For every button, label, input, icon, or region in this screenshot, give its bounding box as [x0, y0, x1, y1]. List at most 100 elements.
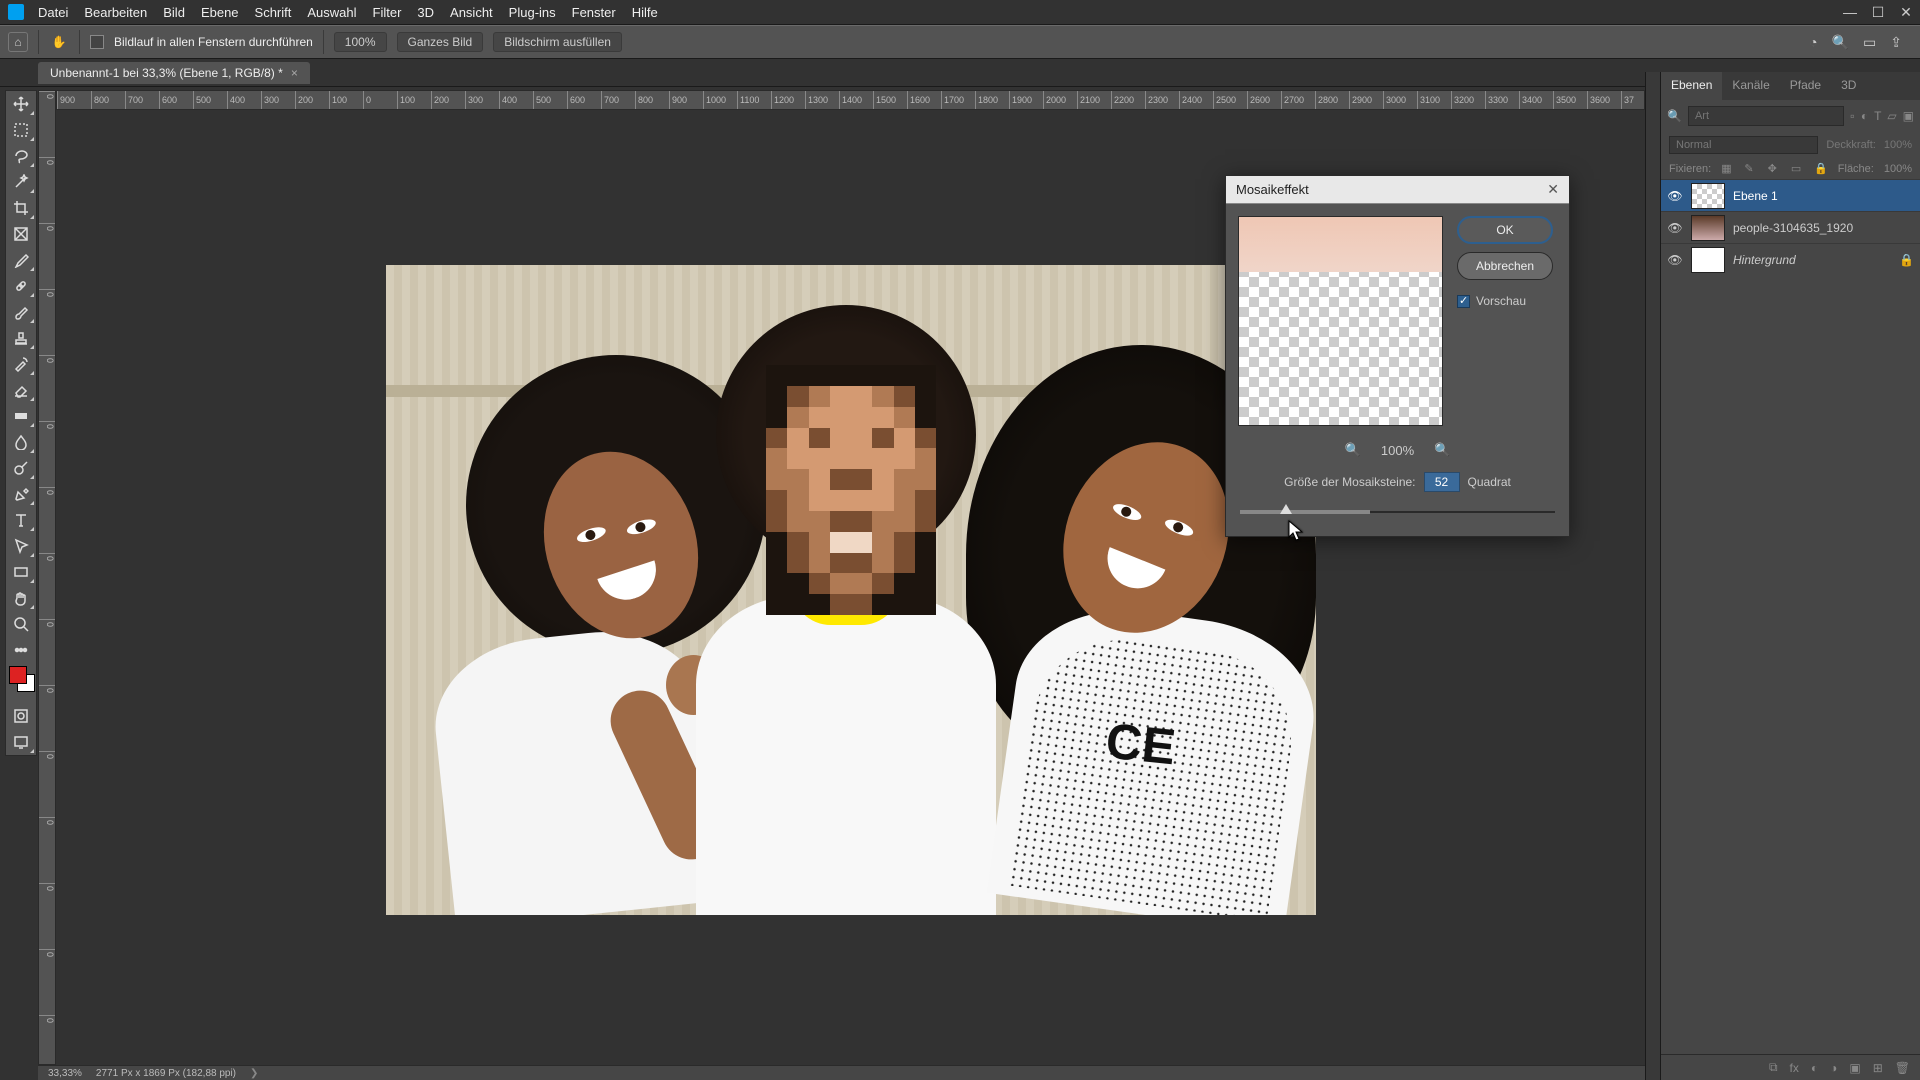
screenmode-toggle[interactable] [6, 729, 36, 755]
lock-position-icon[interactable]: ✥ [1768, 162, 1781, 175]
type-tool[interactable] [6, 507, 36, 533]
menu-auswahl[interactable]: Auswahl [307, 5, 356, 20]
quickmask-toggle[interactable] [6, 703, 36, 729]
horizontal-ruler[interactable]: 9008007006005004003002001000100200300400… [56, 90, 1645, 110]
marquee-tool[interactable] [6, 117, 36, 143]
share-icon[interactable]: ⇪ [1890, 34, 1902, 51]
preview-checkbox[interactable] [1457, 295, 1470, 308]
menu-ansicht[interactable]: Ansicht [450, 5, 493, 20]
menu-datei[interactable]: Datei [38, 5, 68, 20]
layer-name[interactable]: Ebene 1 [1733, 189, 1778, 203]
cell-size-input[interactable] [1424, 472, 1460, 492]
fill-value[interactable]: 100% [1884, 163, 1912, 175]
layer-name[interactable]: Hintergrund [1733, 253, 1796, 267]
fill-screen-button[interactable]: Bildschirm ausfüllen [493, 32, 622, 52]
filter-shape-icon[interactable]: ▱ [1887, 109, 1896, 123]
maximize-button[interactable]: ☐ [1864, 0, 1892, 25]
minimize-button[interactable]: — [1836, 0, 1864, 25]
eraser-tool[interactable] [6, 377, 36, 403]
close-button[interactable]: ✕ [1892, 0, 1920, 25]
menu-plugins[interactable]: Plug-ins [509, 5, 556, 20]
menu-3d[interactable]: 3D [417, 5, 434, 20]
zoom-tool[interactable] [6, 611, 36, 637]
menu-bild[interactable]: Bild [163, 5, 185, 20]
lock-all-icon[interactable]: 🔒 [1814, 162, 1828, 175]
collapsed-panel-strip[interactable] [1645, 72, 1660, 1080]
hand-tool[interactable] [6, 585, 36, 611]
scroll-all-checkbox[interactable] [90, 35, 104, 49]
tab-ebenen[interactable]: Ebenen [1661, 72, 1722, 100]
filter-adjust-icon[interactable]: ◐ [1861, 109, 1868, 123]
layer-name[interactable]: people-3104635_1920 [1733, 221, 1853, 235]
tab-kanaele[interactable]: Kanäle [1722, 72, 1779, 100]
cell-size-slider[interactable] [1240, 502, 1555, 522]
ok-button[interactable]: OK [1457, 216, 1553, 244]
dialog-preview[interactable] [1238, 216, 1443, 426]
lock-pixels-icon[interactable]: ▦ [1721, 162, 1734, 175]
fit-screen-button[interactable]: Ganzes Bild [397, 32, 484, 52]
crop-tool[interactable] [6, 195, 36, 221]
mask-icon[interactable]: ◐ [1811, 1061, 1818, 1075]
link-layers-icon[interactable]: ⧉ [1769, 1060, 1778, 1075]
layer-row[interactable]: 👁 Hintergrund 🔒 [1661, 243, 1920, 275]
brush-tool[interactable] [6, 299, 36, 325]
zoom-100-button[interactable]: 100% [334, 32, 387, 52]
close-tab-icon[interactable]: × [291, 66, 298, 80]
blur-tool[interactable] [6, 429, 36, 455]
layer-thumbnail[interactable] [1691, 183, 1725, 209]
menu-filter[interactable]: Filter [373, 5, 402, 20]
menu-schrift[interactable]: Schrift [255, 5, 292, 20]
magic-wand-tool[interactable] [6, 169, 36, 195]
filter-type-icon[interactable]: T [1874, 109, 1881, 123]
menu-fenster[interactable]: Fenster [572, 5, 616, 20]
layer-thumbnail[interactable] [1691, 215, 1725, 241]
eyedropper-tool[interactable] [6, 247, 36, 273]
dialog-close-icon[interactable]: ✕ [1547, 181, 1559, 198]
heal-tool[interactable] [6, 273, 36, 299]
status-info[interactable]: 2771 Px x 1869 Px (182,88 ppi) [96, 1068, 236, 1079]
filter-smart-icon[interactable]: ▣ [1903, 109, 1914, 123]
color-swatches[interactable] [6, 663, 36, 703]
rectangle-tool[interactable] [6, 559, 36, 585]
pen-tool[interactable] [6, 481, 36, 507]
dodge-tool[interactable] [6, 455, 36, 481]
fx-icon[interactable]: fx [1790, 1061, 1799, 1075]
frame-tool[interactable] [6, 221, 36, 247]
blend-mode-select[interactable]: Normal [1669, 136, 1818, 154]
layer-row[interactable]: 👁 Ebene 1 [1661, 179, 1920, 211]
visibility-icon[interactable]: 👁 [1667, 189, 1683, 203]
document-tab[interactable]: Unbenannt-1 bei 33,3% (Ebene 1, RGB/8) *… [38, 62, 310, 84]
visibility-icon[interactable]: 👁 [1667, 253, 1683, 267]
menu-hilfe[interactable]: Hilfe [632, 5, 658, 20]
filter-image-icon[interactable]: ▫ [1850, 109, 1855, 123]
lasso-tool[interactable] [6, 143, 36, 169]
status-more-icon[interactable]: ❯ [250, 1068, 258, 1079]
menu-ebene[interactable]: Ebene [201, 5, 239, 20]
history-brush-tool[interactable] [6, 351, 36, 377]
tab-3d[interactable]: 3D [1831, 72, 1866, 100]
delete-layer-icon[interactable]: 🗑 [1895, 1061, 1910, 1075]
cancel-button[interactable]: Abbrechen [1457, 252, 1553, 280]
stamp-tool[interactable] [6, 325, 36, 351]
tab-pfade[interactable]: Pfade [1780, 72, 1831, 100]
workspace-icon[interactable]: ▭ [1863, 34, 1876, 51]
zoom-in-icon[interactable]: 🔍 [1434, 442, 1450, 458]
foreground-color[interactable] [9, 666, 27, 684]
visibility-icon[interactable]: 👁 [1667, 221, 1683, 235]
adjustment-icon[interactable]: ◑ [1830, 1061, 1837, 1075]
new-layer-icon[interactable]: ⊞ [1873, 1061, 1883, 1075]
gradient-tool[interactable] [6, 403, 36, 429]
home-button[interactable]: ⌂ [8, 32, 28, 52]
path-select-tool[interactable] [6, 533, 36, 559]
lock-artboard-icon[interactable]: ▭ [1791, 162, 1804, 175]
lock-brush-icon[interactable]: ✎ [1744, 162, 1757, 175]
layer-filter-input[interactable] [1688, 106, 1844, 126]
opacity-value[interactable]: 100% [1884, 139, 1912, 151]
move-tool[interactable] [6, 91, 36, 117]
vertical-ruler[interactable]: 000000000000000 [38, 90, 56, 1065]
menu-bearbeiten[interactable]: Bearbeiten [84, 5, 147, 20]
edit-toolbar[interactable] [6, 637, 36, 663]
search-icon[interactable]: 🔍 [1832, 34, 1849, 51]
cloud-icon[interactable]: ◔ [1809, 34, 1817, 51]
zoom-out-icon[interactable]: 🔍 [1345, 442, 1361, 458]
